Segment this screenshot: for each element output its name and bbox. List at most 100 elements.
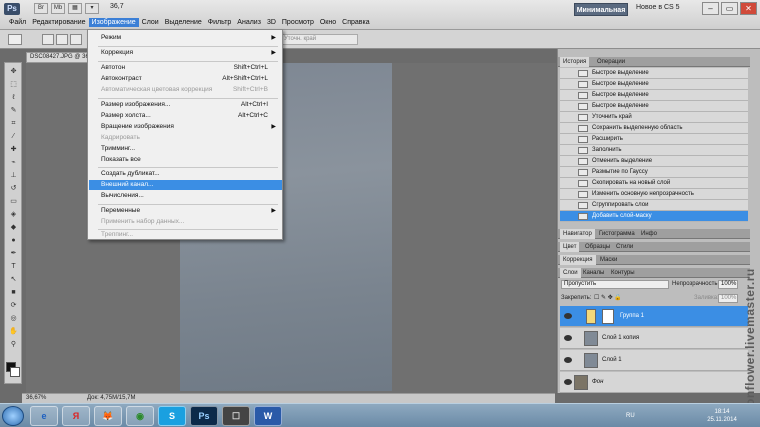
minimize-button[interactable]: –: [702, 2, 719, 15]
tab-actions[interactable]: Операции: [594, 57, 628, 67]
healing-brush-tool-icon[interactable]: ✚: [8, 145, 19, 154]
bridge-icon[interactable]: Br: [34, 3, 48, 14]
history-item-active[interactable]: Добавить слой-маску: [560, 211, 748, 222]
history-item[interactable]: Быстрое выделение: [560, 68, 748, 79]
whats-new-link[interactable]: Новое в CS 5: [636, 4, 680, 11]
lock-icons[interactable]: ☐ ✎ ✥ 🔒: [594, 294, 622, 301]
menu-item-image-size[interactable]: Размер изображения... Alt+Ctrl+I: [89, 100, 282, 110]
history-item[interactable]: Сохранить выделенную область: [560, 123, 748, 134]
menu-layers[interactable]: Слои: [139, 18, 162, 27]
eyedropper-tool-icon[interactable]: ⁄: [8, 132, 19, 141]
history-item[interactable]: Отменить выделение: [560, 156, 748, 167]
background-color-swatch[interactable]: [10, 367, 20, 377]
tab-histogram[interactable]: Гистограмма: [596, 229, 638, 239]
firefox-icon[interactable]: 🦊: [94, 406, 122, 426]
window-icon[interactable]: ☐: [222, 406, 250, 426]
history-item[interactable]: Расширить: [560, 134, 748, 145]
marquee-tool-icon[interactable]: ⬚: [8, 80, 19, 89]
skype-icon[interactable]: S: [158, 406, 186, 426]
refine-edge-button[interactable]: Уточн. край: [280, 34, 358, 45]
crop-tool-icon[interactable]: ⌗: [8, 119, 19, 128]
tab-adjustments[interactable]: Коррекция: [560, 255, 596, 265]
tab-navigator[interactable]: Навигатор: [560, 229, 595, 239]
3d-rotate-tool-icon[interactable]: ⟳: [8, 301, 19, 310]
history-item[interactable]: Сгруппировать слои: [560, 200, 748, 211]
language-indicator[interactable]: RU: [626, 413, 635, 419]
new-selection-icon[interactable]: [42, 34, 54, 45]
eye-icon[interactable]: [564, 379, 572, 385]
dodge-tool-icon[interactable]: ●: [8, 236, 19, 245]
tool-preset-icon[interactable]: [8, 34, 22, 45]
menu-item-calculations[interactable]: Вычисления...: [89, 191, 282, 201]
menu-view[interactable]: Просмотр: [279, 18, 317, 27]
history-item[interactable]: Размытие по Гауссу: [560, 167, 748, 178]
tab-info[interactable]: Инфо: [638, 229, 660, 239]
zoom-percentage[interactable]: 36,67%: [26, 395, 46, 401]
history-item[interactable]: Скопировать на новый слой: [560, 178, 748, 189]
ie-icon[interactable]: e: [30, 406, 58, 426]
tab-paths[interactable]: Контуры: [608, 268, 638, 278]
close-button[interactable]: ✕: [740, 2, 757, 15]
blur-tool-icon[interactable]: ◆: [8, 223, 19, 232]
menu-item-trim[interactable]: Тримминг...: [89, 144, 282, 154]
menu-filter[interactable]: Фильтр: [205, 18, 235, 27]
workspace-switcher[interactable]: Минимальная: [574, 3, 628, 16]
blend-mode-select[interactable]: Пропустить: [561, 280, 669, 289]
menu-image[interactable]: Изображение: [88, 18, 139, 27]
layer-mask-thumbnail[interactable]: [602, 309, 614, 324]
history-item[interactable]: Уточнить край: [560, 112, 748, 123]
paint-bucket-tool-icon[interactable]: ◈: [8, 210, 19, 219]
type-tool-icon[interactable]: T: [8, 262, 19, 271]
eraser-tool-icon[interactable]: ▭: [8, 197, 19, 206]
brush-tool-icon[interactable]: ⌁: [8, 158, 19, 167]
shape-tool-icon[interactable]: ■: [8, 288, 19, 297]
tab-channels[interactable]: Каналы: [580, 268, 607, 278]
layer-row[interactable]: Группа 1: [560, 306, 748, 327]
layer-row[interactable]: Слой 1: [560, 350, 748, 371]
start-button[interactable]: [2, 406, 24, 426]
zoom-level[interactable]: 36,7: [110, 3, 124, 10]
add-selection-icon[interactable]: [56, 34, 68, 45]
word-icon[interactable]: W: [254, 406, 282, 426]
subtract-selection-icon[interactable]: [70, 34, 82, 45]
clock[interactable]: 18:14 25.11.2014: [702, 408, 742, 424]
menu-help[interactable]: Справка: [339, 18, 372, 27]
photoshop-taskbar-icon[interactable]: Ps: [190, 406, 218, 426]
maximize-button[interactable]: ▭: [721, 2, 738, 15]
layer-row[interactable]: Фон: [560, 372, 748, 393]
tab-layers[interactable]: Слои: [560, 268, 581, 278]
history-item[interactable]: Быстрое выделение: [560, 101, 748, 112]
hand-tool-icon[interactable]: ✋: [8, 327, 19, 336]
history-brush-tool-icon[interactable]: ↺: [8, 184, 19, 193]
move-tool-icon[interactable]: ✥: [8, 67, 19, 76]
layer-row[interactable]: Слой 1 копия: [560, 328, 748, 349]
eye-icon[interactable]: [564, 313, 572, 319]
zoom-tool-icon[interactable]: ⚲: [8, 340, 19, 349]
menu-window[interactable]: Окно: [317, 18, 339, 27]
lasso-tool-icon[interactable]: ℓ: [8, 93, 19, 102]
menu-3d[interactable]: 3D: [264, 18, 279, 27]
history-item[interactable]: Заполнить: [560, 145, 748, 156]
path-selection-tool-icon[interactable]: ↖: [8, 275, 19, 284]
tab-color[interactable]: Цвет: [560, 242, 580, 252]
menu-item-duplicate[interactable]: Создать дубликат...: [89, 169, 282, 179]
menu-analysis[interactable]: Анализ: [234, 18, 264, 27]
mini-bridge-icon[interactable]: Mb: [51, 3, 65, 14]
history-item[interactable]: Быстрое выделение: [560, 90, 748, 101]
pen-tool-icon[interactable]: ✒: [8, 249, 19, 258]
yandex-icon[interactable]: Я: [62, 406, 90, 426]
tab-swatches[interactable]: Образцы: [582, 242, 613, 252]
fill-input[interactable]: 100%: [718, 294, 738, 303]
menu-item-reveal-all[interactable]: Показать все: [89, 155, 282, 165]
view-extras-icon[interactable]: ▦: [68, 3, 82, 14]
menu-item-apply-image[interactable]: Внешний канал...: [89, 180, 282, 190]
menu-edit[interactable]: Редактирование: [29, 18, 88, 27]
tab-history[interactable]: История: [560, 57, 590, 67]
menu-item-auto-contrast[interactable]: Автоконтраст Alt+Shift+Ctrl+L: [89, 74, 282, 84]
opacity-input[interactable]: 100%: [718, 280, 738, 289]
history-item[interactable]: Изменить основную непрозрачность: [560, 189, 748, 200]
3d-orbit-tool-icon[interactable]: ◎: [8, 314, 19, 323]
tab-styles[interactable]: Стили: [613, 242, 636, 252]
chrome-icon[interactable]: ◉: [126, 406, 154, 426]
tab-masks[interactable]: Маски: [597, 255, 620, 265]
